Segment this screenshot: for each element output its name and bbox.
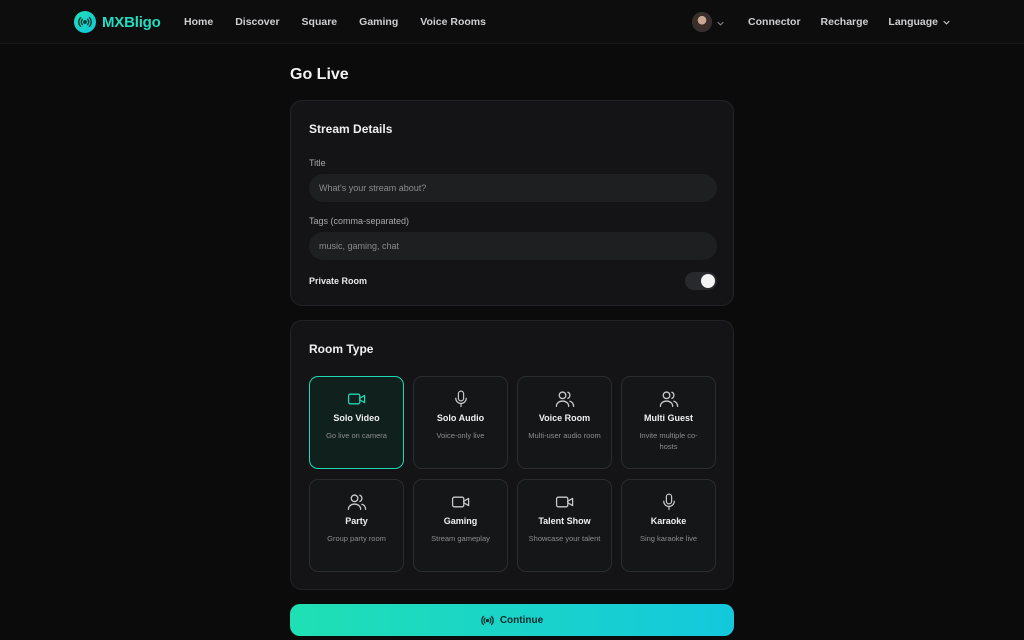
microphone-icon <box>659 493 679 511</box>
brand-logo[interactable]: MXBligo <box>74 11 161 33</box>
chevron-down-icon <box>717 13 724 31</box>
stream-details-heading: Stream Details <box>309 122 393 136</box>
room-type-name: Voice Room <box>538 413 591 423</box>
room-type-karaoke[interactable]: Karaoke Sing karaoke live <box>621 479 716 572</box>
room-type-heading: Room Type <box>309 342 374 356</box>
room-type-card: Room Type Solo Video Go live on camera S… <box>290 320 734 590</box>
nav-square[interactable]: Square <box>302 16 338 28</box>
stream-details-card: Stream Details Title Tags (comma-separat… <box>290 100 734 306</box>
room-type-talent-show[interactable]: Talent Show Showcase your talent <box>517 479 612 572</box>
room-type-desc: Showcase your talent <box>528 534 601 543</box>
continue-label: Continue <box>499 614 544 626</box>
room-type-name: Solo Video <box>333 413 380 423</box>
room-type-name: Solo Audio <box>436 413 485 423</box>
toggle-knob <box>701 274 715 288</box>
room-type-desc: Group party room <box>327 534 386 543</box>
nav-voice-rooms[interactable]: Voice Rooms <box>420 16 486 28</box>
continue-button[interactable]: Continue <box>290 604 734 636</box>
room-type-grid: Solo Video Go live on camera Solo Audio … <box>309 376 717 572</box>
chevron-down-icon <box>943 16 950 28</box>
page-title: Go Live <box>290 66 349 83</box>
title-input[interactable] <box>309 174 717 202</box>
room-type-gaming[interactable]: Gaming Stream gameplay <box>413 479 508 572</box>
nav-gaming[interactable]: Gaming <box>359 16 398 28</box>
nav-home[interactable]: Home <box>184 16 213 28</box>
room-type-desc: Invite multiple co-hosts <box>639 431 698 451</box>
title-label: Title <box>309 158 326 168</box>
users-icon <box>347 493 367 511</box>
video-camera-icon <box>451 493 471 511</box>
nav-recharge[interactable]: Recharge <box>821 16 869 28</box>
nav-discover[interactable]: Discover <box>235 16 279 28</box>
video-camera-icon <box>555 493 575 511</box>
room-type-name: Multi Guest <box>644 413 693 423</box>
video-camera-icon <box>347 390 367 408</box>
room-type-name: Gaming <box>443 516 478 526</box>
private-room-toggle[interactable] <box>685 272 717 290</box>
top-nav: MXBligo Home Discover Square Gaming Voic… <box>0 0 1024 44</box>
room-type-solo-audio[interactable]: Solo Audio Voice-only live <box>413 376 508 469</box>
private-room-label: Private Room <box>309 276 368 286</box>
users-icon <box>659 390 679 408</box>
tags-input[interactable] <box>309 232 717 260</box>
user-menu[interactable] <box>692 12 724 32</box>
broadcast-icon <box>74 11 96 33</box>
tags-label: Tags (comma-separated) <box>309 216 410 226</box>
room-type-name: Karaoke <box>650 516 687 526</box>
room-type-desc: Go live on camera <box>326 431 387 440</box>
nav-right: Connector Recharge Language <box>692 12 950 32</box>
room-type-desc: Stream gameplay <box>431 534 490 543</box>
language-menu[interactable]: Language <box>888 16 950 28</box>
language-label: Language <box>888 16 938 28</box>
microphone-icon <box>451 390 471 408</box>
room-type-desc: Voice-only live <box>436 431 485 440</box>
room-type-solo-video[interactable]: Solo Video Go live on camera <box>309 376 404 469</box>
broadcast-icon <box>481 614 494 627</box>
users-icon <box>555 390 575 408</box>
room-type-voice-room[interactable]: Voice Room Multi-user audio room <box>517 376 612 469</box>
nav-links: Home Discover Square Gaming Voice Rooms <box>184 16 508 28</box>
room-type-desc: Sing karaoke live <box>639 534 698 543</box>
room-type-name: Talent Show <box>538 516 591 526</box>
nav-connector[interactable]: Connector <box>748 16 801 28</box>
room-type-party[interactable]: Party Group party room <box>309 479 404 572</box>
brand-name: MXBligo <box>102 13 161 31</box>
room-type-desc: Multi-user audio room <box>528 431 601 440</box>
avatar <box>692 12 713 32</box>
room-type-name: Party <box>345 516 368 526</box>
room-type-multi-guest[interactable]: Multi Guest Invite multiple co-hosts <box>621 376 716 469</box>
